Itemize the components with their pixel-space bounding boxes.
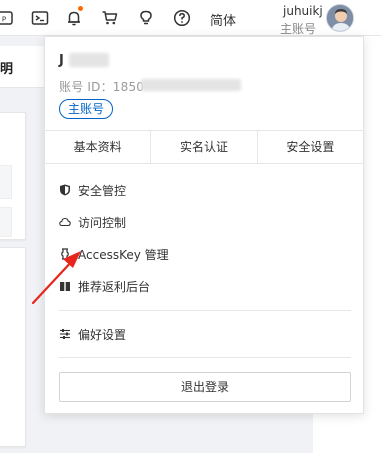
background-card (0, 247, 26, 447)
console-icon[interactable]: P (0, 8, 14, 28)
menu-item-access-control[interactable]: 访问控制 (45, 207, 363, 237)
account-name: J (59, 53, 64, 68)
redacted-account-id (141, 79, 241, 91)
background-tab-label: 明 (0, 62, 14, 77)
key-icon (59, 248, 71, 260)
background-card-row (0, 165, 12, 199)
user-name[interactable]: juhuikj (283, 4, 323, 18)
svg-text:P: P (2, 16, 6, 24)
redacted-name (69, 53, 109, 67)
sliders-icon (59, 328, 71, 340)
main-account-badge: 主账号 (59, 99, 114, 119)
menu-item-label: 访问控制 (78, 216, 127, 230)
menu-item-label: 偏好设置 (78, 328, 127, 342)
menu-item-security-control[interactable]: 安全管控 (45, 175, 363, 205)
menu-item-referral-rebate[interactable]: 推荐返利后台 (45, 271, 363, 301)
menu-item-label: AccessKey 管理 (78, 248, 169, 262)
notification-dot (78, 6, 83, 11)
lightbulb-icon[interactable] (136, 8, 156, 28)
user-role: 主账号 (280, 22, 317, 36)
tab-real-name-auth[interactable]: 实名认证 (151, 131, 258, 163)
tab-security-settings[interactable]: 安全设置 (258, 131, 363, 163)
cloud-icon (59, 216, 71, 228)
menu-divider (59, 310, 351, 311)
avatar[interactable] (326, 4, 354, 32)
cart-icon[interactable] (100, 8, 120, 28)
menu-item-label: 安全管控 (78, 184, 127, 198)
gift-icon (59, 280, 71, 292)
bell-icon[interactable] (64, 6, 84, 28)
help-icon[interactable] (172, 8, 192, 28)
language-switch[interactable]: 简体 (210, 10, 236, 29)
terminal-icon[interactable] (30, 8, 50, 28)
menu-divider (59, 357, 351, 358)
background-tab-bar: 明 (0, 46, 44, 88)
account-tabs: 基本资料 实名认证 安全设置 (45, 130, 363, 164)
background-card (0, 112, 26, 240)
menu-item-accesskey-management[interactable]: AccessKey 管理 (45, 239, 363, 269)
menu-item-label: 推荐返利后台 (78, 280, 151, 294)
shield-icon (59, 184, 71, 196)
background-card-row (0, 207, 12, 237)
menu-item-preferences[interactable]: 偏好设置 (45, 319, 363, 349)
logout-button[interactable]: 退出登录 (59, 372, 351, 402)
tab-basic-info[interactable]: 基本资料 (45, 131, 152, 163)
account-id: 账号 ID：1850 (59, 80, 145, 94)
top-navigation-bar: P 简体 juhuikj 主账号 (0, 0, 381, 36)
user-dropdown: J 账号 ID：1850 主账号 基本资料 实名认证 安全设置 安全管控 访问控… (44, 36, 364, 414)
